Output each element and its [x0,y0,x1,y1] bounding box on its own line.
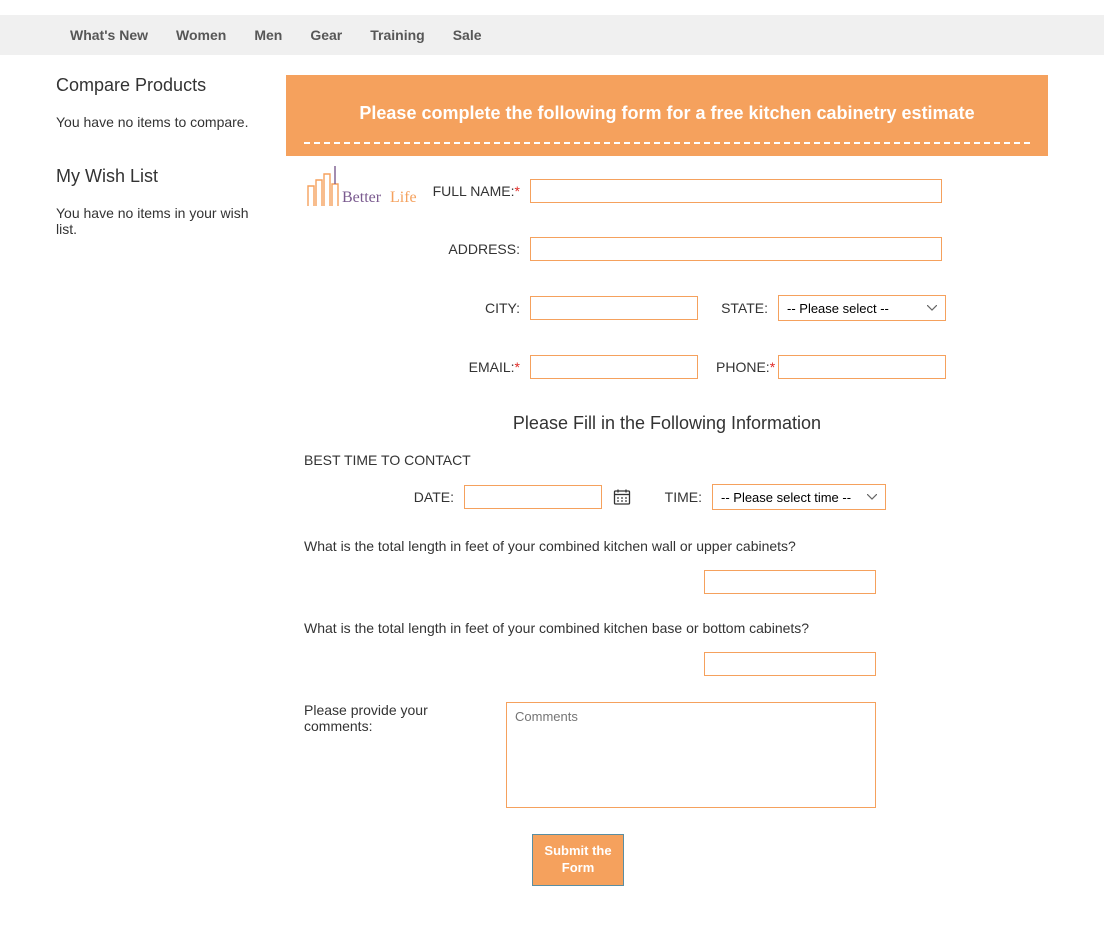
state-select[interactable]: -- Please select -- [778,295,946,321]
question-1-input[interactable] [704,570,876,594]
email-input[interactable] [530,355,698,379]
wishlist-title: My Wish List [56,166,262,187]
comments-textarea[interactable] [506,702,876,808]
phone-label: PHONE: [716,359,770,375]
nav-sale[interactable]: Sale [439,15,496,55]
time-label: TIME: [665,489,702,505]
nav-gear[interactable]: Gear [296,15,356,55]
sidebar: Compare Products You have no items to co… [56,75,262,886]
best-time-label: BEST TIME TO CONTACT [304,452,1048,468]
section-title: Please Fill in the Following Information [286,413,1048,434]
calendar-icon[interactable] [612,487,632,507]
compare-text: You have no items to compare. [56,114,262,130]
city-input[interactable] [530,296,698,320]
comments-label: Please provide your comments: [304,702,428,734]
main-content: Please complete the following form for a… [286,75,1048,886]
date-label: DATE: [414,489,454,505]
wishlist-block: My Wish List You have no items in your w… [56,166,262,237]
question-2-text: What is the total length in feet of your… [304,620,1048,636]
nav-whats-new[interactable]: What's New [56,15,162,55]
address-input[interactable] [530,237,942,261]
form-banner: Please complete the following form for a… [286,75,1048,156]
phone-input[interactable] [778,355,946,379]
time-select[interactable]: -- Please select time -- [712,484,886,510]
compare-block: Compare Products You have no items to co… [56,75,262,130]
email-label: EMAIL: [469,359,515,375]
nav-men[interactable]: Men [240,15,296,55]
required-marker: * [770,359,775,375]
main-nav: What's New Women Men Gear Training Sale [0,15,1104,55]
state-label: STATE: [721,300,768,316]
full-name-input[interactable] [530,179,942,203]
required-marker: * [515,359,520,375]
question-2-input[interactable] [704,652,876,676]
banner-divider [304,142,1030,144]
nav-women[interactable]: Women [162,15,240,55]
full-name-label: FULL NAME: [433,183,515,199]
required-marker: * [515,183,520,199]
compare-title: Compare Products [56,75,262,96]
wishlist-text: You have no items in your wish list. [56,205,262,237]
banner-title: Please complete the following form for a… [296,103,1038,124]
nav-training[interactable]: Training [356,15,438,55]
submit-button[interactable]: Submit the Form [532,834,624,886]
top-spacer [0,0,1104,15]
question-1-text: What is the total length in feet of your… [304,538,1048,554]
city-label: CITY: [485,300,520,316]
date-input[interactable] [464,485,602,509]
address-label: ADDRESS: [448,241,520,257]
